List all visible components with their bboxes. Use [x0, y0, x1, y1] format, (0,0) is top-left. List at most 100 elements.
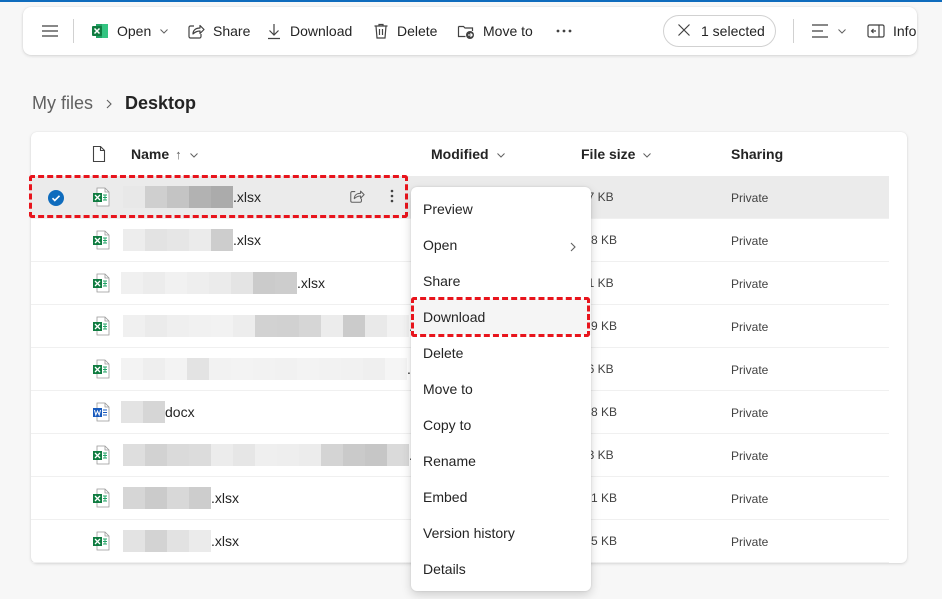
menu-item-label: Version history — [423, 525, 515, 541]
delete-button[interactable]: Delete — [373, 15, 437, 47]
info-pane-icon — [867, 23, 885, 39]
column-file-size-label: File size — [581, 146, 636, 162]
file-name[interactable]: .... — [123, 444, 425, 466]
share-button[interactable]: Share — [187, 15, 250, 47]
redacted-filename — [123, 530, 211, 552]
menu-item-label: Move to — [423, 381, 473, 397]
selection-count: 1 selected — [701, 23, 765, 39]
redacted-filename — [121, 272, 297, 294]
sharing-status: Private — [731, 449, 769, 463]
breadcrumb-my-files[interactable]: My files — [32, 93, 93, 114]
file-name-suffix: .xlsx — [211, 490, 239, 506]
sharing-status: Private — [731, 191, 769, 205]
chevron-down-icon — [642, 146, 652, 162]
file-name[interactable]: docx — [121, 401, 195, 423]
file-type-header-icon[interactable] — [92, 145, 106, 166]
file-name-suffix: docx — [165, 404, 195, 420]
excel-icon — [91, 22, 109, 40]
menu-item-download[interactable]: Download — [411, 299, 591, 335]
file-name[interactable]: .xlsx — [123, 186, 261, 208]
file-name[interactable]: .xlsx — [121, 272, 325, 294]
view-options-button[interactable] — [811, 15, 847, 47]
divider — [73, 19, 74, 43]
sharing-status: Private — [731, 277, 769, 291]
column-header-name[interactable]: Name ↑ — [131, 146, 199, 162]
redacted-filename — [123, 444, 409, 466]
column-header-modified[interactable]: Modified — [431, 146, 506, 162]
nav-menu-button[interactable] — [40, 15, 60, 47]
delete-label: Delete — [397, 23, 438, 39]
file-name[interactable]: .xlsx — [123, 229, 261, 251]
menu-item-label: Download — [423, 309, 486, 325]
menu-item-delete[interactable]: Delete — [411, 335, 591, 371]
menu-item-label: Details — [423, 561, 466, 577]
file-name[interactable]: .xlsx — [123, 487, 239, 509]
menu-item-share[interactable]: Share — [411, 263, 591, 299]
menu-item-label: Rename — [423, 453, 476, 469]
more-actions-button[interactable] — [555, 15, 573, 47]
redacted-filename — [123, 229, 233, 251]
download-button[interactable]: Download — [266, 15, 352, 47]
file-name-suffix: .xlsx — [211, 533, 239, 549]
excel-file-icon — [92, 359, 110, 382]
table-header: Name ↑ Modified File size Sharing — [31, 132, 907, 176]
file-name[interactable]: ... — [123, 315, 421, 337]
sharing-status: Private — [731, 363, 769, 377]
menu-item-version-history[interactable]: Version history — [411, 515, 591, 551]
chevron-right-icon — [105, 96, 113, 112]
context-menu: Preview Open Share Download Delete Move to Cop… — [411, 187, 591, 591]
selected-checkmark-icon[interactable] — [48, 190, 64, 209]
row-share-button[interactable] — [349, 188, 365, 207]
breadcrumb-current: Desktop — [125, 93, 197, 113]
file-name[interactable]: .. — [121, 358, 415, 380]
file-name-suffix: .xlsx — [233, 189, 261, 205]
open-button[interactable]: Open — [91, 15, 169, 47]
menu-item-open[interactable]: Open — [411, 227, 591, 263]
download-label: Download — [290, 23, 353, 39]
file-name-suffix: .xlsx — [233, 232, 261, 248]
menu-item-label: Open — [423, 237, 458, 253]
column-header-sharing: Sharing — [731, 146, 783, 162]
menu-item-label: Copy to — [423, 417, 472, 433]
move-to-button[interactable]: Move to — [457, 15, 533, 47]
trash-icon — [373, 22, 389, 40]
move-to-label: Move to — [483, 23, 533, 39]
file-name[interactable]: .xlsx — [123, 530, 239, 552]
chevron-down-icon — [189, 146, 199, 162]
breadcrumb: My files Desktop — [32, 93, 196, 114]
share-label: Share — [213, 23, 251, 39]
window-top-accent — [0, 0, 942, 2]
excel-file-icon — [92, 445, 110, 468]
file-name-suffix: .xlsx — [297, 275, 325, 291]
menu-item-label: Share — [423, 273, 461, 289]
hamburger-icon — [40, 23, 60, 39]
divider — [793, 19, 794, 43]
sharing-status: Private — [731, 406, 769, 420]
chevron-right-icon — [569, 239, 577, 255]
menu-item-rename[interactable]: Rename — [411, 443, 591, 479]
redacted-filename — [121, 401, 165, 423]
more-icon — [555, 28, 573, 34]
close-icon — [677, 23, 691, 40]
redacted-filename — [123, 186, 233, 208]
menu-item-preview[interactable]: Preview — [411, 191, 591, 227]
menu-item-details[interactable]: Details — [411, 551, 591, 587]
info-button[interactable]: Info — [867, 15, 916, 47]
menu-item-label: Embed — [423, 489, 468, 505]
folder-move-icon — [457, 22, 475, 40]
menu-item-move-to[interactable]: Move to — [411, 371, 591, 407]
excel-file-icon — [92, 488, 110, 511]
chevron-down-icon — [159, 27, 169, 35]
sharing-status: Private — [731, 234, 769, 248]
menu-item-copy-to[interactable]: Copy to — [411, 407, 591, 443]
clear-selection-button[interactable]: 1 selected — [663, 15, 776, 47]
view-options-icon — [811, 23, 829, 39]
row-more-actions-button[interactable] — [389, 188, 395, 207]
excel-file-icon — [92, 187, 110, 210]
menu-item-embed[interactable]: Embed — [411, 479, 591, 515]
menu-item-label: Delete — [423, 345, 464, 361]
word-file-icon — [92, 402, 110, 425]
open-label: Open — [117, 23, 152, 39]
column-header-file-size[interactable]: File size — [581, 146, 652, 162]
redacted-filename — [123, 487, 211, 509]
